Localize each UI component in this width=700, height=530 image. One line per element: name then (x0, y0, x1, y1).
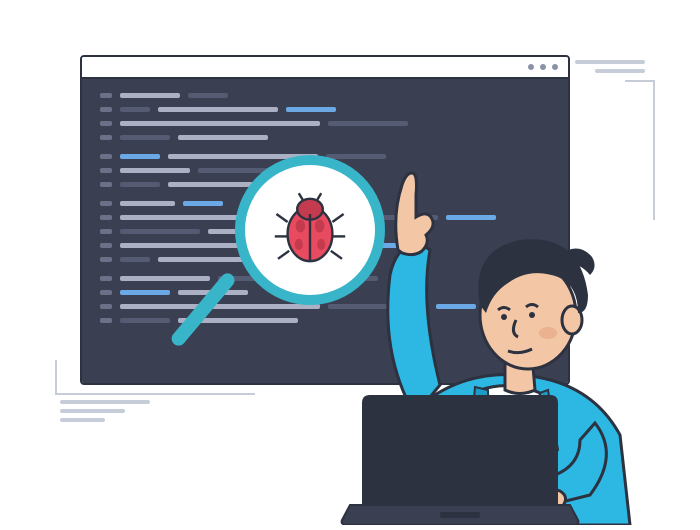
laptop-icon (340, 385, 580, 525)
window-control-dot (528, 64, 534, 70)
window-control-dot (540, 64, 546, 70)
window-titlebar (82, 57, 568, 79)
decorative-lines-bottom-left (60, 400, 160, 422)
decorative-lines-top-right (565, 60, 645, 73)
window-control-dot (552, 64, 558, 70)
developer-person (320, 155, 650, 525)
debugging-illustration (0, 0, 700, 525)
